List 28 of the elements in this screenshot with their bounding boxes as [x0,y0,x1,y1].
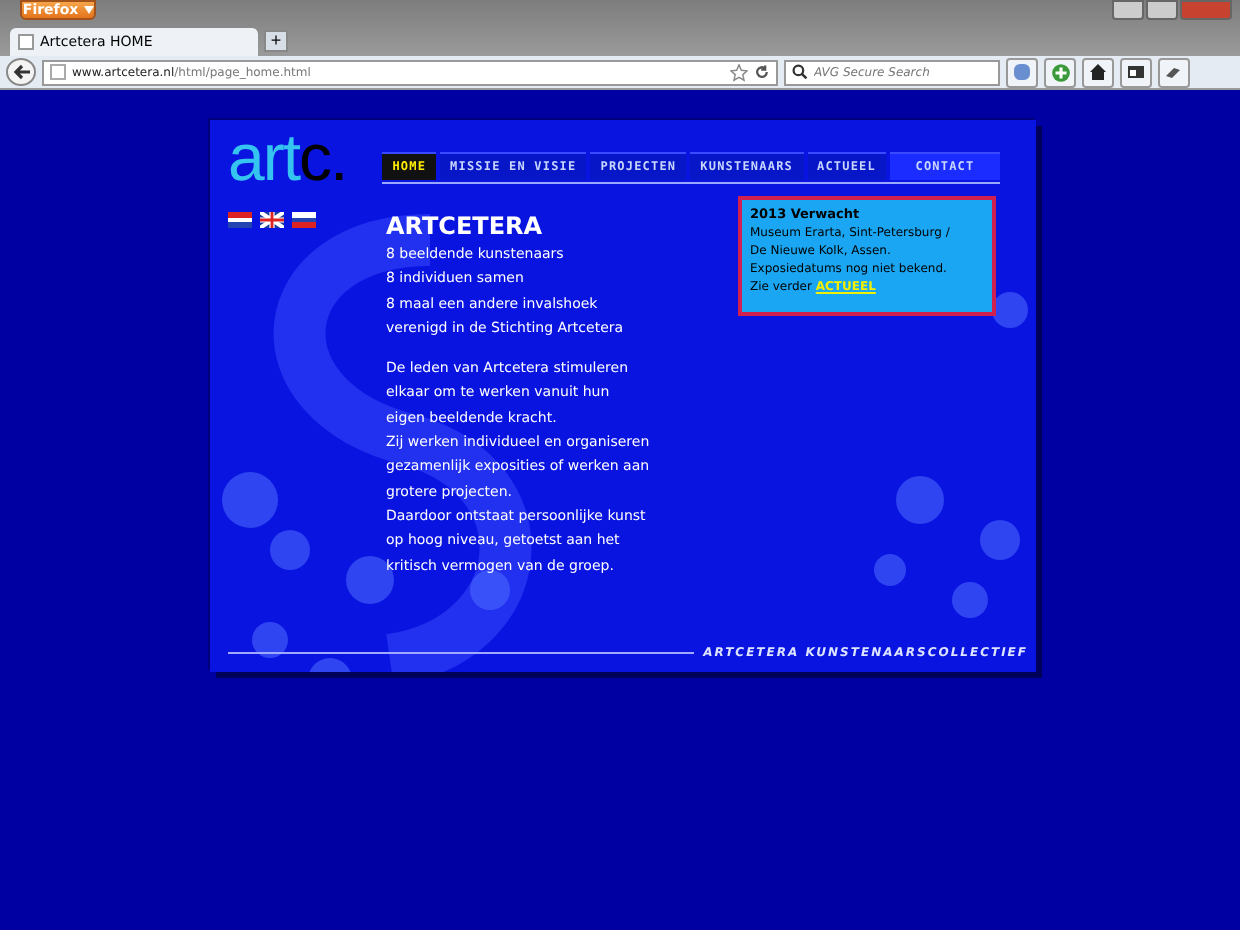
logo[interactable]: artc. [228,128,347,188]
bubble [980,520,1020,560]
bubble [896,476,944,524]
bubble [470,570,510,610]
caret-icon [83,6,94,14]
dutch-flag-icon[interactable] [228,212,252,228]
search-icon [792,64,808,80]
new-tab-button[interactable]: + [264,30,288,52]
bubble [874,554,906,586]
russian-flag-icon[interactable] [292,212,316,228]
uk-flag-icon[interactable] [260,212,284,228]
add-icon[interactable] [1049,61,1071,83]
reload-icon[interactable] [754,64,770,80]
bubble [252,622,288,658]
bubble [222,472,278,528]
star-icon[interactable] [730,63,748,81]
home-icon[interactable] [1088,62,1108,82]
maximize-button[interactable] [1146,0,1178,20]
bubble [270,530,310,570]
bubble [992,292,1028,328]
back-button[interactable] [6,58,36,86]
rounded-square-icon[interactable] [1012,62,1032,82]
pen-icon[interactable] [1164,62,1184,82]
bubble [952,582,988,618]
bubble [308,658,352,672]
minimize-button[interactable] [1112,0,1144,20]
window-icon[interactable] [1126,62,1146,82]
page-heading: ARTCETERA [386,212,545,240]
